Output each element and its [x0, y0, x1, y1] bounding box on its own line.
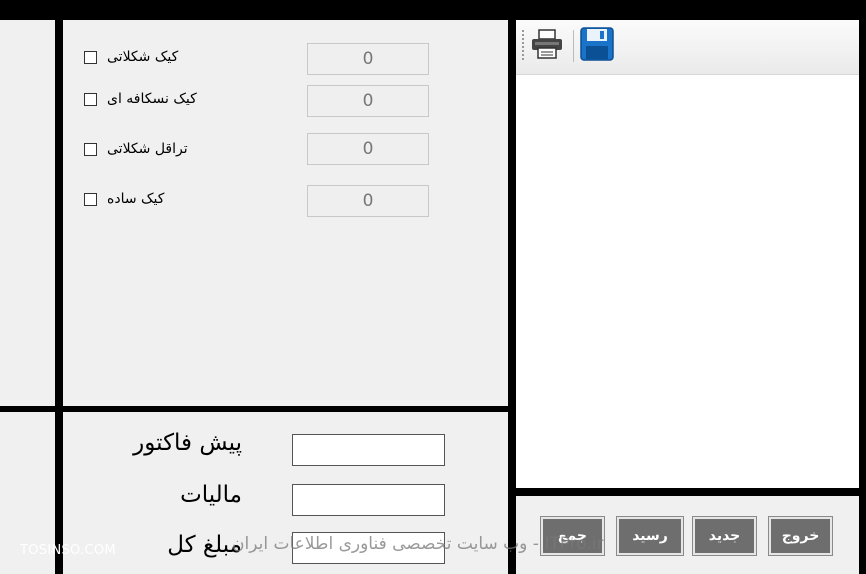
product-item-2[interactable]: کیک نسکافه ای — [84, 88, 197, 110]
product-item-4[interactable]: کیک ساده — [84, 188, 164, 210]
receipt-preview-panel[interactable] — [516, 20, 859, 488]
product-checkbox[interactable] — [84, 92, 97, 106]
subtotal-label: پیش فاکتور — [133, 430, 242, 456]
tax-label: مالیات — [180, 482, 242, 508]
product-checkbox[interactable] — [84, 192, 97, 206]
printer-icon[interactable] — [529, 26, 565, 62]
product-item-3[interactable]: تراقل شکلاتی — [84, 138, 188, 160]
product-label: کیک ساده — [107, 191, 165, 207]
product-item-1[interactable]: کیک شکلاتی — [84, 46, 178, 68]
product-quantity-field[interactable]: 0 — [307, 133, 429, 165]
tax-field[interactable] — [292, 484, 445, 516]
exit-button[interactable]: خروج — [768, 516, 833, 556]
product-checkbox[interactable] — [84, 50, 97, 64]
product-quantity-field[interactable]: 0 — [307, 85, 429, 117]
watermark-left: TOSINSO.COM — [20, 543, 116, 558]
product-checkbox[interactable] — [84, 142, 97, 156]
toolbar-grip[interactable] — [522, 30, 524, 62]
subtotal-field[interactable] — [292, 434, 445, 466]
product-quantity-field[interactable]: 0 — [307, 185, 429, 217]
watermark-center: ITPro.ir - وب سایت تخصصی فناوری اطلاعات … — [232, 534, 604, 554]
left-top-panel — [0, 20, 55, 406]
toolbar-separator — [573, 30, 574, 62]
product-label: کیک نسکافه ای — [107, 91, 197, 107]
total-label: مبلغ کل — [167, 532, 242, 558]
receipt-button[interactable]: رسید — [616, 516, 684, 556]
new-button[interactable]: جدید — [692, 516, 757, 556]
product-label: کیک شکلاتی — [107, 49, 179, 65]
product-list-panel: کیک شکلاتی 0 کیک نسکافه ای 0 تراقل شکلات… — [63, 20, 508, 406]
product-quantity-field[interactable]: 0 — [307, 43, 429, 75]
floppy-disk-icon[interactable] — [579, 26, 615, 62]
product-label: تراقل شکلاتی — [107, 141, 188, 157]
preview-toolbar — [516, 20, 859, 75]
